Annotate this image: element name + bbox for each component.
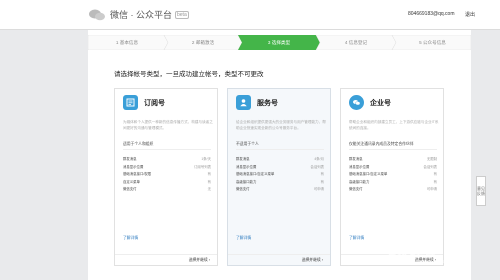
feature-row: 基础消息接口/自定义菜单 有	[236, 171, 324, 179]
feature-row: 基础消息接口/自定义菜单 有	[349, 171, 437, 179]
feature-value: 有	[320, 179, 324, 184]
chevron-right-icon: ›	[208, 258, 210, 262]
feature-name: 自定义菜单	[123, 179, 140, 184]
step-basic-info: 1 基本信息	[115, 39, 139, 45]
feature-row: 消息显示位置 会话列表	[236, 164, 324, 172]
feature-value: 可申请	[313, 187, 324, 192]
feature-row: 群发消息 4条/月	[236, 156, 324, 164]
card-title: 订阅号	[144, 99, 165, 107]
card-header: 服务号	[236, 95, 278, 110]
step-info-registration: 4 信息登记	[344, 39, 368, 45]
feature-name: 消息显示位置	[236, 164, 257, 169]
feature-name: 高级接口能力	[349, 179, 370, 184]
step-account-info: 5 公众号信息	[419, 39, 446, 45]
feature-value: 无	[207, 187, 211, 192]
feature-row: 消息显示位置 会话列表	[349, 164, 437, 172]
subscription-icon	[123, 95, 138, 110]
watermark: Bai 经验	[388, 240, 435, 259]
logout-link[interactable]: 退出	[465, 11, 475, 18]
card-suitable: 适用于个人和组织	[123, 142, 154, 146]
feature-value: 4条/月	[314, 157, 324, 161]
top-bar: 微信 · 公众平台 beta 804669183@qq.com 退出	[0, 0, 500, 30]
learn-more-link[interactable]: 了解详情	[236, 236, 251, 241]
feature-value: 有	[320, 172, 324, 177]
feature-name: 基础消息接口/权限	[123, 172, 152, 177]
divider	[349, 149, 437, 150]
card-description: 给企业和组织提供更强大的业务服务与用户管理能力，帮助企业快速实现全新的公众号服务…	[236, 120, 326, 130]
app-name: 微信 · 公众平台	[110, 10, 172, 20]
card-title: 企业号	[370, 99, 391, 107]
feature-name: 消息显示位置	[349, 164, 370, 169]
feature-name: 消息显示位置	[123, 164, 144, 169]
card-header: 订阅号	[123, 95, 165, 110]
subscription-card[interactable]: 订阅号 为媒体和个人提供一种新的信息传播方式，构建与读者之间更好的沟通与管理模式…	[114, 88, 218, 266]
beta-badge: beta	[175, 10, 189, 19]
feature-row: 群发消息 无限制	[349, 156, 437, 164]
feature-row: 自定义菜单 有	[123, 179, 211, 187]
wechat-logo-icon	[89, 9, 105, 20]
feature-list: 群发消息 无限制 消息显示位置 会话列表 基础消息接口/自定义菜单有 高级接口能力有…	[349, 156, 437, 194]
service-card[interactable]: 服务号 给企业和组织提供更强大的业务服务与用户管理能力，帮助企业快速实现全新的公…	[227, 88, 331, 266]
feature-row: 基础消息接口/权限 有	[123, 171, 211, 179]
feedback-tab[interactable]: 意见反馈	[476, 176, 486, 206]
choose-continue-button[interactable]: 选择并继续 ›	[189, 258, 210, 263]
card-description: 帮助企业和组织内部建立员工、上下游供应链与企业IT系统间的连接。	[349, 120, 439, 130]
feature-name: 微信支付	[349, 187, 363, 192]
card-description: 为媒体和个人提供一种新的信息传播方式，构建与读者之间更好的沟通与管理模式。	[123, 120, 213, 130]
feature-list: 群发消息 1条/天 消息显示位置 订阅号列表 基础消息接口/权限有 自定义菜单有 微…	[123, 156, 211, 194]
watermark-subtext: jingyan.baidu.com	[416, 259, 457, 265]
feature-name: 高级接口能力	[236, 179, 257, 184]
account-email[interactable]: 804669183@qq.com	[408, 11, 455, 17]
enterprise-icon	[349, 95, 364, 110]
feature-name: 微信支付	[123, 187, 137, 192]
divider	[123, 149, 211, 150]
feature-row: 微信支付 可申请	[349, 186, 437, 194]
card-title: 服务号	[257, 99, 278, 107]
feature-value: 有	[433, 179, 437, 184]
feature-row: 微信支付 可申请	[236, 186, 324, 194]
feature-name: 微信支付	[236, 187, 250, 192]
divider	[236, 149, 324, 150]
feature-row: 高级接口能力 有	[236, 179, 324, 187]
feature-value: 有	[207, 172, 211, 177]
feature-name: 群发消息	[123, 157, 137, 161]
feature-value: 会话列表	[423, 164, 437, 169]
feature-name: 基础消息接口/自定义菜单	[349, 172, 388, 177]
card-footer: 选择并继续 ›	[115, 254, 217, 267]
step-choose-type: 3 选择类型	[267, 39, 291, 45]
card-suitable: 仅能关注通讯录内成员及特定合作伙伴	[349, 142, 414, 146]
choose-continue-button[interactable]: 选择并继续 ›	[302, 258, 323, 263]
card-footer: 选择并继续 ›	[228, 254, 330, 267]
learn-more-link[interactable]: 了解详情	[123, 236, 138, 241]
card-header: 企业号	[349, 95, 391, 110]
feature-row: 消息显示位置 订阅号列表	[123, 164, 211, 172]
feature-value: 有	[207, 179, 211, 184]
feature-name: 群发消息	[349, 157, 363, 161]
page-heading: 请选择帐号类型，一旦成功建立帐号，类型不可更改	[114, 71, 264, 78]
logo[interactable]: 微信 · 公众平台 beta	[88, 8, 189, 21]
service-icon	[236, 95, 251, 110]
feature-name: 基础消息接口/自定义菜单	[236, 172, 275, 177]
feature-name: 群发消息	[236, 157, 250, 161]
progress-steps: 1 基本信息 2 邮箱激活 3 选择类型 4 信息登记 5 公众号信息	[88, 35, 471, 50]
feature-row: 微信支付 无	[123, 186, 211, 194]
feature-value: 1条/天	[201, 157, 211, 161]
choose-label: 选择并继续	[188, 258, 208, 262]
card-suitable: 不适用于个人	[236, 142, 259, 146]
step-email-activation: 2 邮箱激活	[191, 39, 215, 45]
learn-more-link[interactable]: 了解详情	[349, 236, 364, 241]
feature-row: 高级接口能力 有	[349, 179, 437, 187]
feature-row: 群发消息 1条/天	[123, 156, 211, 164]
choose-label: 选择并继续	[301, 258, 321, 262]
feature-value: 会话列表	[310, 164, 324, 169]
feature-value: 订阅号列表	[194, 164, 211, 169]
chevron-right-icon: ›	[321, 258, 323, 262]
feature-value: 可申请	[426, 187, 437, 192]
feature-list: 群发消息 4条/月 消息显示位置 会话列表 基础消息接口/自定义菜单有 高级接口能力…	[236, 156, 324, 194]
feature-value: 无限制	[426, 157, 437, 161]
watermark-text: Bai 经验	[388, 243, 435, 258]
feature-value: 有	[433, 172, 437, 177]
